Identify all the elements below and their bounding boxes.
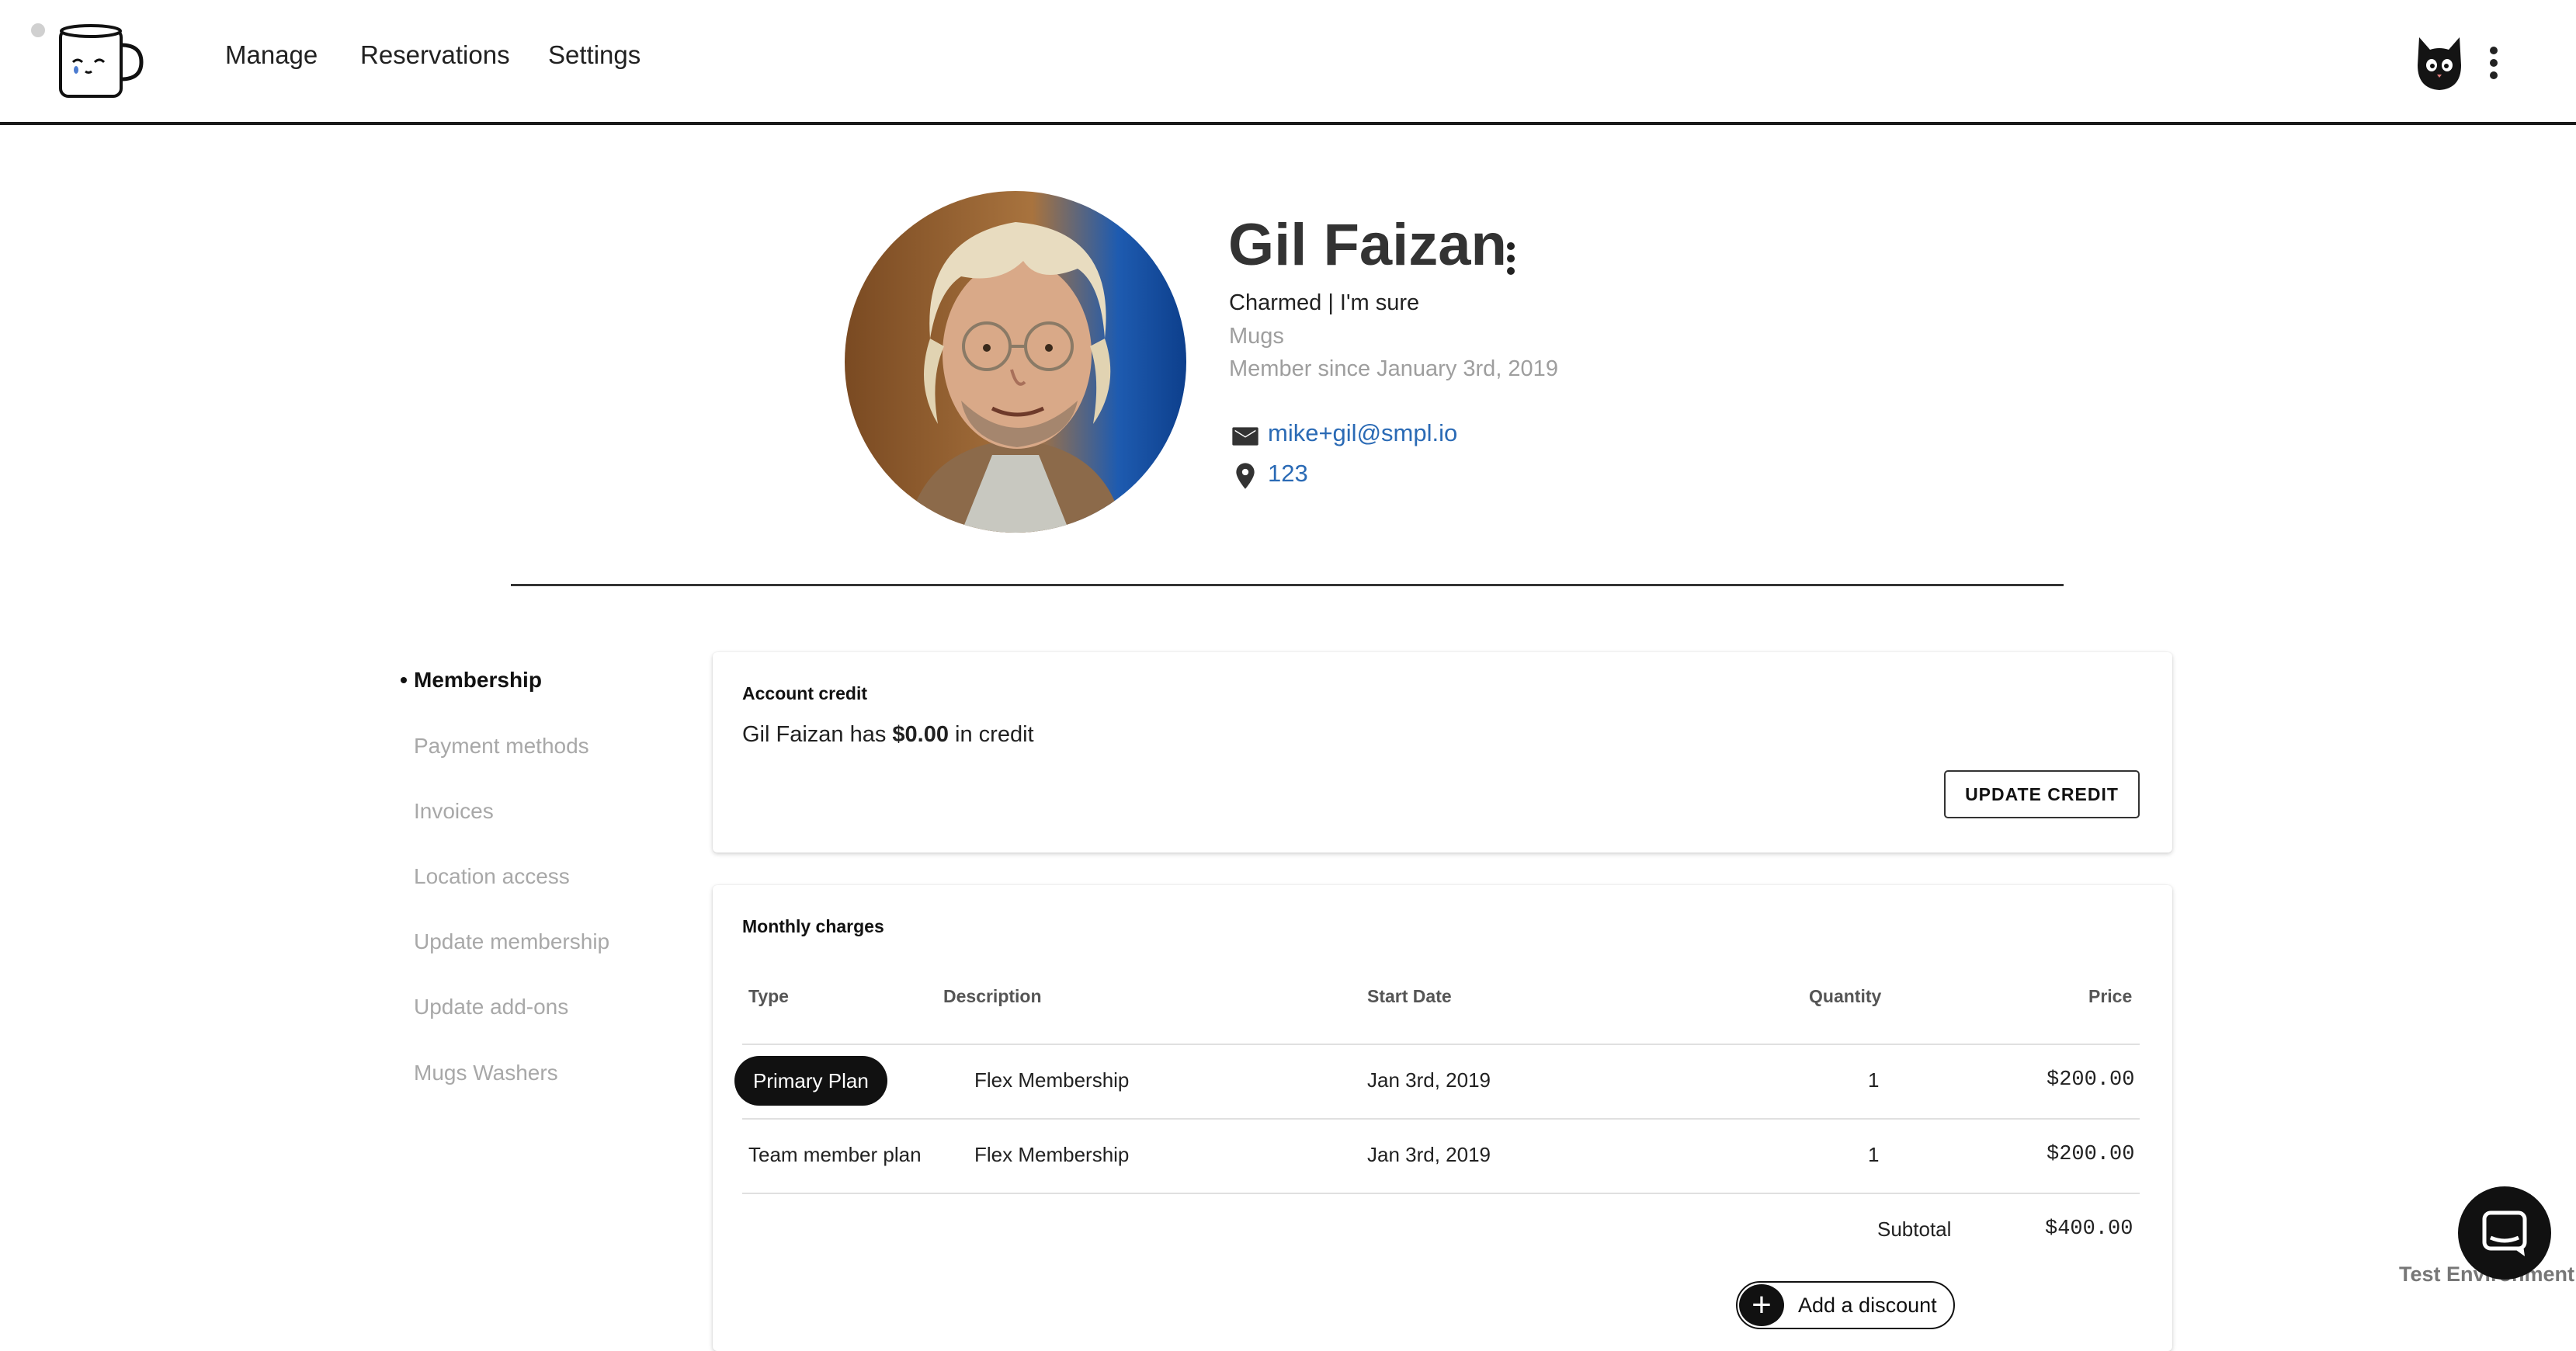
email-icon [1232, 427, 1258, 446]
row-description: Flex Membership [974, 1143, 1130, 1166]
cat-avatar-icon[interactable] [2415, 34, 2464, 92]
profile-menu-kebab-icon[interactable] [1506, 242, 1515, 275]
account-credit-title: Account credit [742, 683, 868, 703]
row-price: $200.00 [2047, 1143, 2135, 1166]
profile-member-since: Member since January 3rd, 2019 [1229, 356, 1558, 381]
nav-reservations[interactable]: Reservations [360, 40, 510, 70]
row-type: Team member plan [748, 1143, 922, 1166]
sidebar-item-membership[interactable]: Membership [414, 668, 542, 693]
profile-location-link[interactable]: 123 [1268, 460, 1308, 488]
col-header-start-date: Start Date [1367, 986, 1452, 1006]
monthly-charges-title: Monthly charges [742, 916, 884, 936]
credit-text-suffix: in credit [949, 722, 1034, 747]
sidebar-item-update-add-ons[interactable]: Update add-ons [414, 995, 568, 1019]
add-discount-label: Add a discount [1798, 1294, 1937, 1317]
sidebar-item-update-membership[interactable]: Update membership [414, 929, 609, 954]
profile-name: Gil Faizan [1228, 212, 1507, 278]
profile-organization: Mugs [1229, 324, 1284, 349]
col-header-quantity: Quantity [1809, 986, 1882, 1006]
top-bar: Manage Reservations Settings [0, 0, 2576, 125]
subtotal-label: Subtotal [1877, 1217, 1952, 1241]
type-pill-primary-plan: Primary Plan [734, 1056, 887, 1106]
status-dot [31, 23, 45, 37]
chat-launcher-button[interactable] [2458, 1186, 2551, 1280]
chat-bubble-icon [2482, 1210, 2527, 1256]
location-pin-icon [1236, 463, 1255, 489]
row-quantity: 1 [1868, 1143, 1880, 1166]
row-description: Flex Membership [974, 1068, 1130, 1092]
col-header-price: Price [2088, 986, 2133, 1006]
row-quantity: 1 [1868, 1068, 1880, 1092]
profile-divider [511, 584, 2064, 586]
user-menu-kebab-icon[interactable] [2489, 47, 2498, 79]
add-discount-button[interactable]: + Add a discount [1736, 1281, 1955, 1329]
subtotal-value: $400.00 [2045, 1217, 2133, 1241]
profile-email-link[interactable]: mike+gil@smpl.io [1268, 419, 1457, 447]
credit-amount: $0.00 [892, 722, 949, 747]
active-bullet [401, 677, 407, 683]
row-price: $200.00 [2047, 1068, 2135, 1092]
profile-tagline: Charmed | I'm sure [1229, 290, 1420, 315]
update-credit-button[interactable]: UPDATE CREDIT [1944, 770, 2140, 818]
profile-photo [845, 191, 1186, 533]
row-start-date: Jan 3rd, 2019 [1367, 1143, 1491, 1166]
sidebar-item-mugs-washers[interactable]: Mugs Washers [414, 1061, 558, 1085]
row-start-date: Jan 3rd, 2019 [1367, 1068, 1491, 1092]
credit-text-prefix: Gil Faizan has [742, 722, 893, 747]
account-credit-card: Account credit Gil Faizan has $0.00 in c… [713, 652, 2172, 853]
row-divider [742, 1118, 2140, 1120]
account-credit-text: Gil Faizan has $0.00 in credit [742, 722, 1034, 748]
monthly-charges-card: Monthly charges Type Description Start D… [713, 885, 2172, 1351]
col-header-description: Description [943, 986, 1042, 1006]
sidebar-item-location-access[interactable]: Location access [414, 864, 570, 889]
row-divider [742, 1193, 2140, 1194]
col-header-type: Type [748, 986, 789, 1006]
sidebar-item-payment-methods[interactable]: Payment methods [414, 734, 589, 759]
nav-manage[interactable]: Manage [225, 40, 318, 70]
sidebar-item-invoices[interactable]: Invoices [414, 799, 494, 824]
nav-settings[interactable]: Settings [548, 40, 641, 70]
plus-icon: + [1739, 1284, 1784, 1326]
header-divider [742, 1044, 2140, 1045]
mug-logo-icon[interactable] [53, 22, 146, 102]
